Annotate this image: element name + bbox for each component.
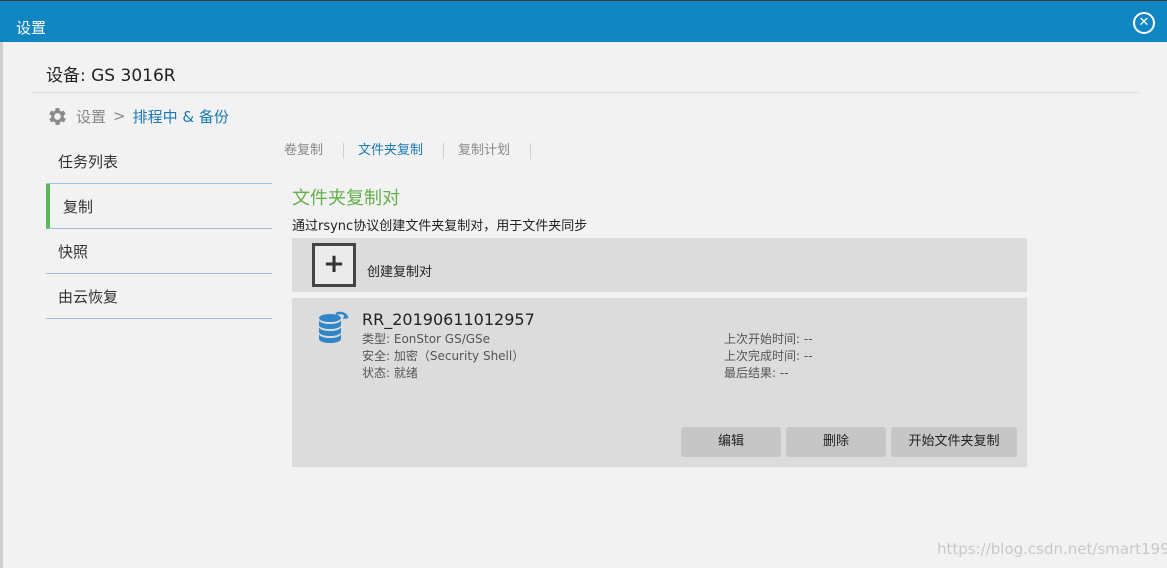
section-description: 通过rsync协议创建文件夹复制对，用于文件夹同步 xyxy=(292,219,588,234)
window-left-edge xyxy=(0,42,3,568)
sidebar-item-label: 复制 xyxy=(63,197,94,216)
title-bar: 设置 ✕ xyxy=(0,0,1167,42)
pair-last-complete: 上次完成时间: -- xyxy=(724,349,813,363)
plus-icon[interactable]: + xyxy=(312,243,356,287)
pair-last-result: 最后结果: -- xyxy=(724,366,789,380)
create-pair-bar: + 创建复制对 xyxy=(292,238,1027,292)
tab-replication-schedule[interactable]: 复制计划 xyxy=(458,143,532,159)
watermark: https://blog.csdn.net/smart1998 xyxy=(937,540,1167,558)
section-title: 文件夹复制对 xyxy=(292,188,400,209)
pair-security: 安全: 加密（Security Shell） xyxy=(362,349,525,363)
breadcrumb: 设置 > 排程中 & 备份 xyxy=(46,104,229,128)
sidebar-item-label: 快照 xyxy=(58,242,89,261)
edit-button[interactable]: 编辑 xyxy=(681,427,781,457)
divider xyxy=(31,92,1139,93)
sidebar-item-replication[interactable]: 复制 xyxy=(46,184,272,229)
breadcrumb-current: 排程中 & 备份 xyxy=(132,107,229,126)
window-title: 设置 xyxy=(16,19,47,37)
tab-volume-replication[interactable]: 卷复制 xyxy=(284,143,345,159)
close-icon[interactable]: ✕ xyxy=(1133,12,1155,34)
sidebar: 任务列表 复制 快照 由云恢复 xyxy=(46,139,272,319)
breadcrumb-separator: > xyxy=(113,107,126,125)
sidebar-item-cloud-restore[interactable]: 由云恢复 xyxy=(46,274,272,319)
pair-info-right: 上次开始时间: -- 上次完成时间: -- 最后结果: -- xyxy=(724,331,813,382)
sidebar-item-label: 任务列表 xyxy=(58,152,119,171)
pair-info-left: 类型: EonStor GS/GSe 安全: 加密（Security Shell… xyxy=(362,331,524,382)
pair-status: 状态: 就绪 xyxy=(362,366,418,380)
tab-folder-replication[interactable]: 文件夹复制 xyxy=(358,143,445,159)
breadcrumb-settings-link[interactable]: 设置 xyxy=(76,106,106,127)
create-pair-link[interactable]: 创建复制对 xyxy=(367,261,432,280)
sidebar-item-snapshot[interactable]: 快照 xyxy=(46,229,272,274)
start-folder-replication-button[interactable]: 开始文件夹复制 xyxy=(891,427,1017,457)
replication-pair-card: RR_20190611012957 类型: EonStor GS/GSe 安全:… xyxy=(292,298,1027,467)
database-sync-icon xyxy=(319,311,349,343)
pair-type: 类型: EonStor GS/GSe xyxy=(362,332,491,346)
tab-bar: 卷复制 文件夹复制 复制计划 xyxy=(284,142,545,160)
delete-button[interactable]: 删除 xyxy=(786,427,886,457)
sidebar-item-label: 由云恢复 xyxy=(58,287,119,306)
gear-icon xyxy=(49,107,66,125)
pair-name: RR_20190611012957 xyxy=(362,310,535,329)
pair-last-start: 上次开始时间: -- xyxy=(724,332,813,346)
device-title: 设备: GS 3016R xyxy=(46,66,176,86)
sidebar-item-task-list[interactable]: 任务列表 xyxy=(46,139,272,184)
